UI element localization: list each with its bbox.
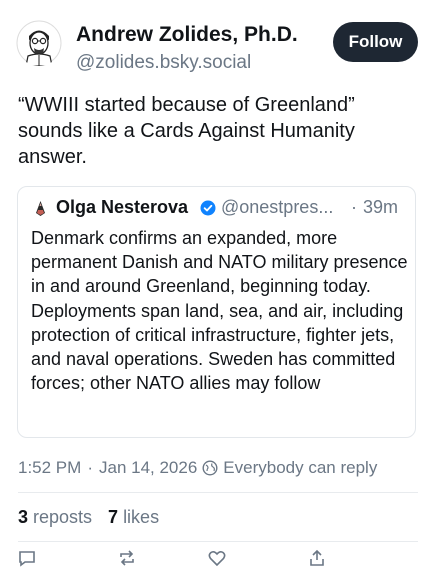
likes-count: 7 (108, 507, 119, 527)
flag-icon (32, 200, 49, 217)
quote-timestamp: 39m (363, 197, 399, 217)
likes-stat[interactable]: 7 likes (108, 507, 159, 528)
quote-text: Denmark confirms an expanded, more perma… (31, 228, 408, 394)
post-card: Andrew Zolides, Ph.D. @zolides.bsky.soci… (0, 0, 435, 567)
reply-icon[interactable] (18, 549, 36, 567)
post-stats: 3 reposts 7 likes (18, 507, 159, 528)
quote-author-handle: @onestpres... (221, 197, 334, 217)
post-meta: 1:52 PM · Jan 14, 2026 Everybody can rep… (18, 458, 377, 478)
globe-icon (202, 460, 218, 476)
author-name[interactable]: Andrew Zolides, Ph.D. (76, 23, 298, 47)
follow-button[interactable]: Follow (333, 22, 418, 62)
post-text: “WWIII started because of Greenland” sou… (18, 94, 355, 168)
divider (18, 492, 418, 493)
verified-badge-icon (200, 200, 216, 216)
action-bar (18, 549, 418, 569)
reply-setting[interactable]: Everybody can reply (223, 458, 377, 478)
quote-author-name: Olga Nesterova (56, 197, 189, 217)
quoted-post[interactable]: Olga Nesterova @onestpres... · 39m Denma… (17, 186, 416, 438)
post-date: Jan 14, 2026 (98, 458, 198, 477)
quote-separator: · (351, 197, 357, 217)
likes-label: likes (123, 507, 160, 527)
reposts-label: reposts (33, 507, 93, 527)
author-avatar[interactable] (16, 20, 62, 66)
post-time: 1:52 PM (18, 458, 82, 477)
author-handle[interactable]: @zolides.bsky.social (76, 52, 251, 74)
reposts-stat[interactable]: 3 reposts (18, 507, 92, 528)
meta-separator: · (87, 458, 93, 477)
reposts-count: 3 (18, 507, 29, 527)
share-icon[interactable] (308, 549, 326, 567)
divider (18, 541, 418, 542)
repost-icon[interactable] (118, 549, 136, 567)
like-icon[interactable] (208, 549, 226, 567)
